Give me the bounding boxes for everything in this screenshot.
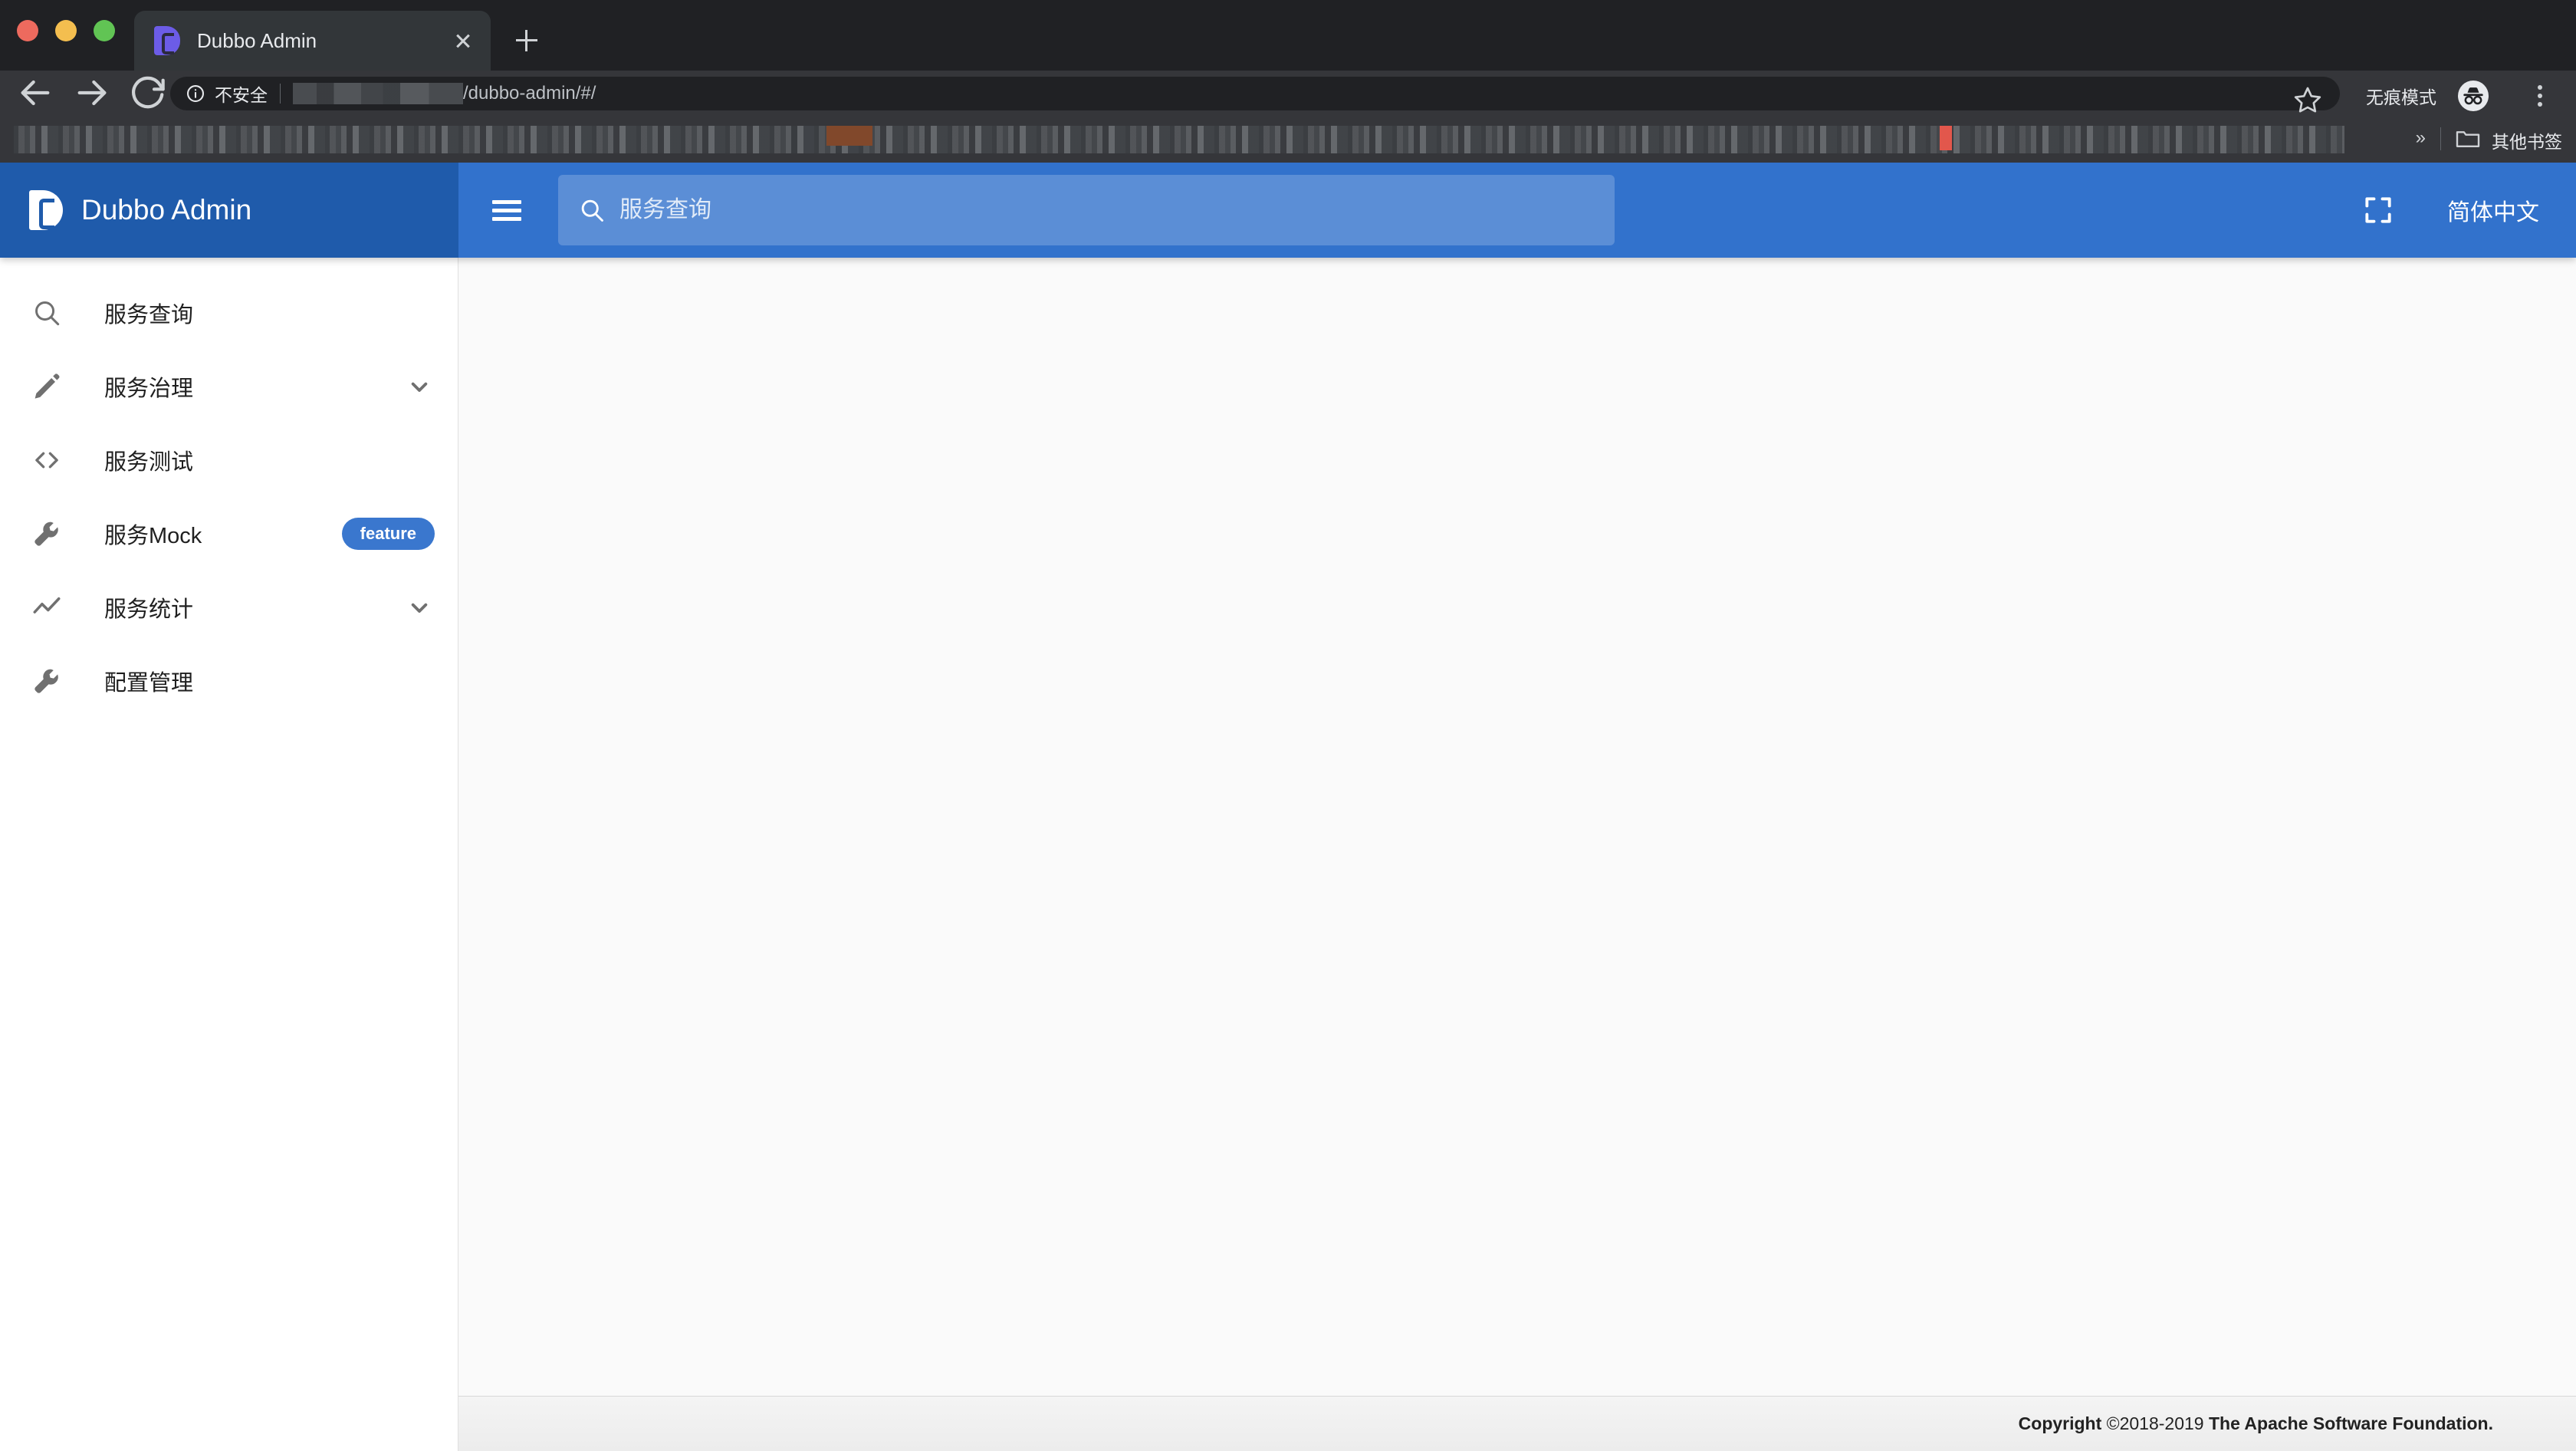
language-selector[interactable]: 简体中文: [2447, 193, 2539, 227]
copyright-years: ©2018-2019: [2106, 1413, 2204, 1433]
app-header: Dubbo Admin 服务查询 简体中文: [0, 163, 2576, 258]
brand-area[interactable]: Dubbo Admin: [0, 163, 458, 258]
forward-arrow-icon[interactable]: [71, 71, 113, 114]
dubbo-logo-icon: [154, 26, 180, 55]
reload-icon[interactable]: [127, 71, 170, 114]
address-bar[interactable]: 不安全 /dubbo-admin/#/: [170, 77, 2340, 113]
sidebar-item-label: 服务测试: [104, 450, 194, 475]
close-icon[interactable]: [445, 22, 481, 59]
page-footer: Copyright ©2018-2019 The Apache Software…: [458, 1396, 2576, 1451]
dubbo-logo-icon: [29, 190, 63, 230]
close-window-button[interactable]: [17, 20, 38, 41]
trending-icon: [29, 590, 64, 625]
chevron-double-right-icon[interactable]: »: [2416, 127, 2426, 149]
wrench-icon: [29, 516, 64, 551]
omnibox-divider: [280, 84, 281, 104]
sidebar-item-config-management[interactable]: 配置管理: [0, 644, 458, 718]
browser-window: Dubbo Admin 不安全 /dubbo-admin/#/ 无痕模式 » 其…: [0, 0, 2576, 1451]
chevron-down-icon[interactable]: [404, 371, 435, 402]
service-search-box[interactable]: [558, 175, 1615, 245]
plus-icon[interactable]: [506, 20, 547, 61]
redacted-bookmark-item: [1940, 126, 1952, 150]
incognito-label: 无痕模式: [2366, 87, 2436, 107]
sidebar-item-service-mock[interactable]: 服务Mock feature: [0, 497, 458, 571]
header-bar: 简体中文: [458, 163, 2576, 258]
minimize-window-button[interactable]: [55, 20, 77, 41]
sidebar-item-service-test[interactable]: 服务测试: [0, 423, 458, 497]
sidebar-item-service-query[interactable]: 服务查询: [0, 276, 458, 350]
copyright-owner: The Apache Software Foundation.: [2209, 1413, 2493, 1433]
browser-tab[interactable]: Dubbo Admin: [134, 11, 491, 71]
pencil-icon: [29, 369, 64, 404]
zoom-window-button[interactable]: [94, 20, 115, 41]
sidebar-item-label: 服务查询: [104, 303, 194, 327]
copyright-prefix: Copyright: [2018, 1413, 2102, 1433]
browser-toolbar: 不安全 /dubbo-admin/#/ 无痕模式: [0, 71, 2576, 115]
sidebar-item-service-statistics[interactable]: 服务统计: [0, 571, 458, 644]
search-input[interactable]: [619, 197, 1595, 223]
bookmarks-bar: » 其他书签: [0, 115, 2576, 163]
sidebar-item-label: 服务统计: [104, 597, 194, 622]
sidebar-item-label: 服务治理: [104, 377, 194, 401]
code-icon: [29, 443, 64, 478]
redacted-bookmarks: [14, 126, 2344, 153]
wrench-icon: [29, 663, 64, 699]
sidebar-item-label: 配置管理: [104, 671, 194, 696]
back-arrow-icon[interactable]: [14, 71, 57, 114]
other-bookmarks-label[interactable]: 其他书签: [2492, 127, 2562, 153]
url-text: /dubbo-admin/#/: [463, 83, 596, 104]
fullscreen-icon[interactable]: [2361, 193, 2395, 227]
window-controls: [17, 20, 115, 41]
main-content: [458, 258, 2576, 1396]
search-icon: [578, 196, 606, 224]
security-status-label: 不安全: [215, 85, 268, 105]
status-badge: feature: [341, 518, 435, 550]
sidebar-item-service-governance[interactable]: 服务治理: [0, 350, 458, 423]
page-viewport: Dubbo Admin 服务查询 简体中文 服务查询 服务治理 服务测试 服务M…: [0, 163, 2576, 1451]
star-icon[interactable]: [2292, 84, 2323, 115]
hamburger-icon[interactable]: [485, 189, 527, 232]
info-circle-icon[interactable]: [186, 84, 205, 104]
tab-title: Dubbo Admin: [197, 28, 317, 52]
incognito-icon[interactable]: [2458, 81, 2489, 111]
redacted-host: [293, 83, 463, 104]
search-icon: [29, 295, 64, 331]
app-title: Dubbo Admin: [81, 194, 252, 225]
folder-icon[interactable]: [2455, 128, 2481, 150]
sidebar-item-label: 服务Mock: [104, 524, 202, 548]
sidebar: 服务查询 服务治理 服务测试 服务Mock feature 服务统计 配置管理: [0, 258, 458, 1451]
copyright-text: Copyright ©2018-2019 The Apache Software…: [2019, 1413, 2493, 1434]
bookmarks-divider: [2440, 127, 2441, 150]
tab-strip: Dubbo Admin: [0, 0, 2576, 71]
header-actions: 简体中文: [2361, 163, 2539, 258]
chevron-down-icon[interactable]: [404, 592, 435, 623]
kebab-menu-icon[interactable]: [2525, 81, 2555, 110]
